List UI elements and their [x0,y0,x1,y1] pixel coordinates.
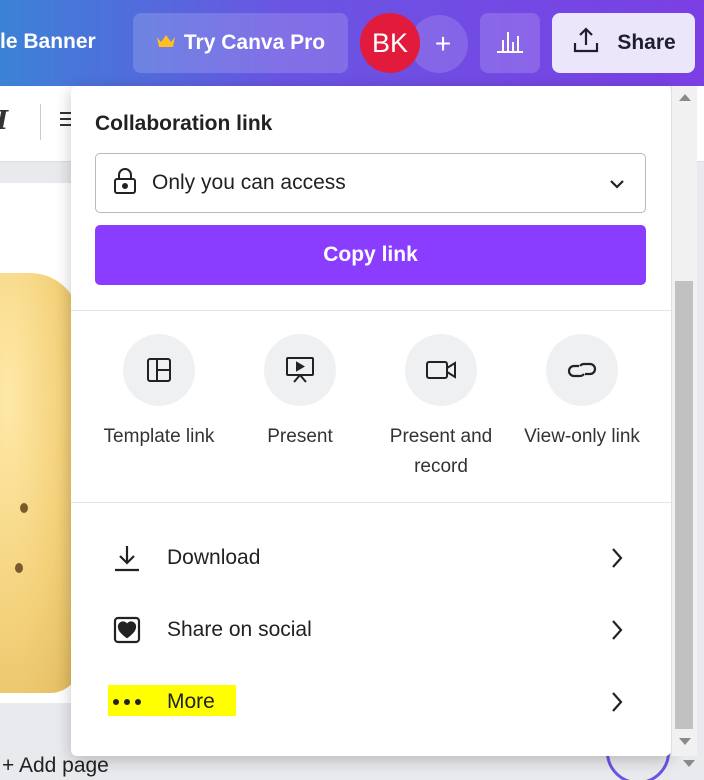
download-row[interactable]: Download [107,538,627,578]
view-only-link-label: View-only link [524,426,640,447]
share-on-social-row[interactable]: Share on social [107,610,627,650]
avatar[interactable]: BK [360,13,420,73]
chevron-right-icon [607,688,627,716]
add-page-button[interactable]: + Add page [2,754,109,778]
chevron-right-icon [607,616,627,644]
chevron-down-icon [609,176,625,194]
share-label: Share [617,31,676,54]
present-option[interactable]: Present [230,334,370,452]
try-canva-pro-label: Try Canva Pro [183,31,326,54]
template-link-option[interactable]: Template link [89,334,229,452]
toolbar-divider [40,104,41,140]
scroll-thumb[interactable] [675,281,693,729]
panel-scrollbar[interactable] [671,86,697,756]
share-panel: Collaboration link Only you can access C… [71,86,671,756]
link-icon [546,334,618,406]
download-icon [107,538,147,578]
try-canva-pro-button[interactable]: Try Canva Pro [133,13,348,73]
share-on-social-label: Share on social [167,618,312,641]
more-label: More [167,690,215,713]
download-label: Download [167,546,261,569]
crown-icon [156,31,176,55]
insights-button[interactable] [480,13,540,73]
template-link-label: Template link [103,426,215,447]
present-icon [264,334,336,406]
italic-icon[interactable]: I [0,106,8,136]
access-dropdown[interactable]: Only you can access [95,153,646,213]
page-scroll-down-arrow-icon[interactable] [683,760,695,767]
access-value: Only you can access [152,171,346,194]
present-and-record-option[interactable]: Present and record [371,334,511,482]
more-dots-icon [107,682,147,722]
shirt-image [0,273,80,693]
collaboration-link-label: Collaboration link [95,112,273,135]
share-button[interactable]: Share [552,13,695,73]
lock-icon [112,167,138,200]
more-row[interactable]: More [107,682,627,722]
heart-icon [107,610,147,650]
divider [71,502,671,503]
bar-chart-icon [495,28,525,59]
view-only-link-option[interactable]: View-only link [512,334,652,452]
template-icon [123,334,195,406]
document-title[interactable]: le Banner [0,30,96,54]
present-label: Present [267,426,333,447]
top-bar: le Banner Try Canva Pro + BK Share [0,0,704,86]
scroll-down-arrow-icon[interactable] [679,738,691,745]
video-camera-icon [405,334,477,406]
copy-link-button[interactable]: Copy link [95,225,646,285]
divider [71,310,671,311]
upload-icon [571,25,601,61]
scroll-up-arrow-icon[interactable] [679,94,691,101]
present-and-record-label: Present and record [389,426,493,477]
chevron-right-icon [607,544,627,572]
